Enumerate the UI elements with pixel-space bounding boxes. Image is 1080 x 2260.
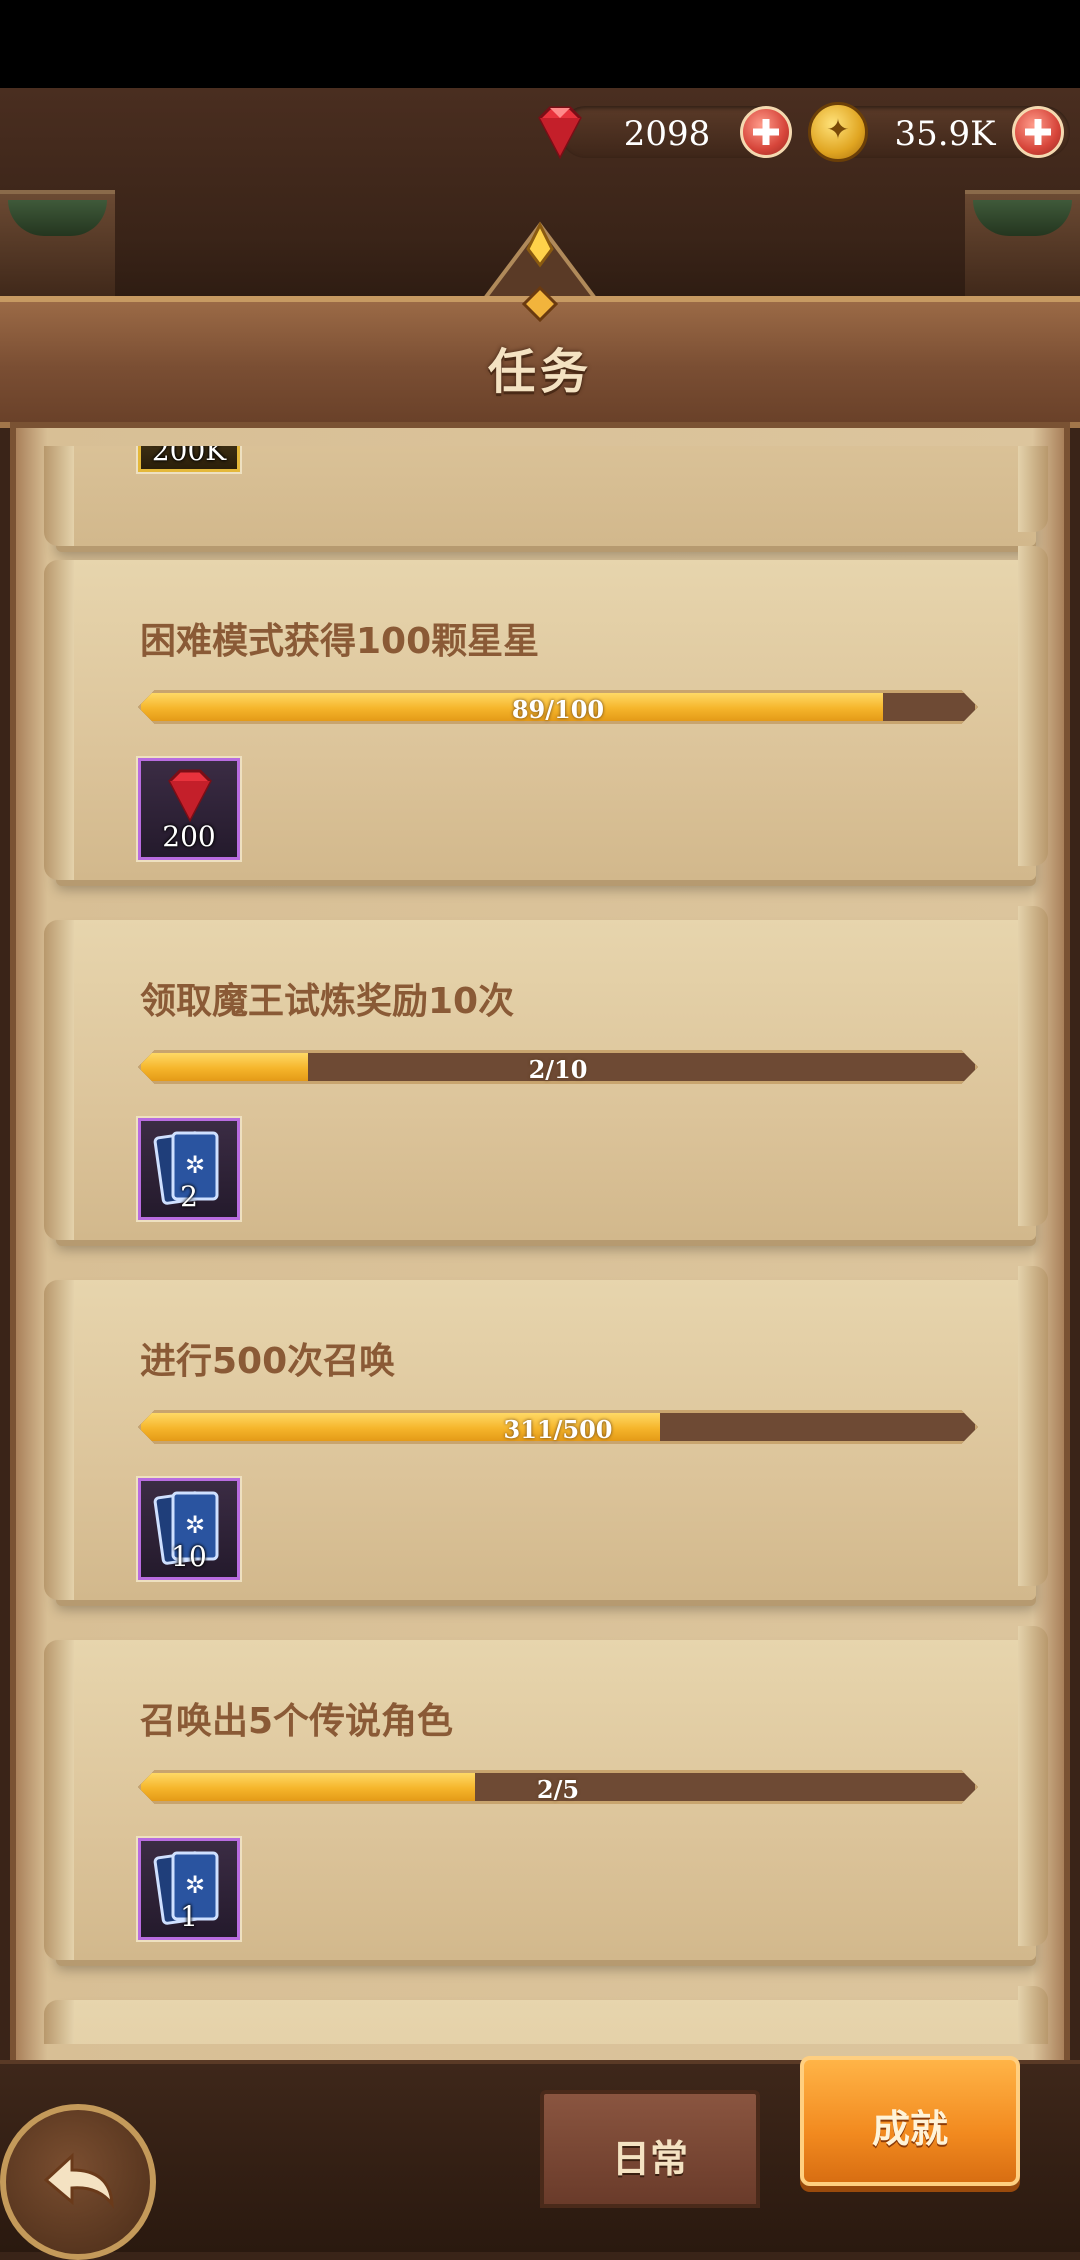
tab-achievements-label: 成就 (871, 2107, 948, 2151)
ruby-gem-icon (538, 106, 582, 160)
quest-description: 困难模式获得100颗星星 (140, 621, 540, 662)
ruby-gem-icon (168, 769, 212, 823)
gold-coin-icon (808, 102, 868, 162)
right-pillar-ornament (965, 190, 1080, 304)
coin-count: 35.9K (894, 114, 996, 154)
progress-text: 311/500 (503, 1415, 613, 1444)
gem-currency: 2098 (538, 106, 792, 160)
reward-count: 200 (162, 820, 216, 853)
quest-card: 进行500次召唤 311/500 ✲ 10 (44, 1266, 1048, 1600)
reward-count: 2 (180, 1180, 198, 1213)
quest-card: 领取魔王试炼奖励10次 2/10 ✲ 2 (44, 906, 1048, 1240)
page-title: 任务 (487, 344, 592, 400)
quest-description: 进行500次召唤 (140, 1341, 396, 1382)
progress-text: 89/100 (511, 695, 605, 724)
progress-bar: 2/5 (138, 1770, 978, 1804)
back-button[interactable] (0, 2104, 156, 2260)
reward-item[interactable]: ✲ 10 (136, 1476, 242, 1582)
add-coins-button[interactable] (1012, 106, 1064, 158)
quest-card: 200K (44, 446, 1048, 546)
progress-bar: 89/100 (138, 690, 978, 724)
svg-text:✲: ✲ (185, 1871, 205, 1899)
tab-daily-label: 日常 (611, 2137, 688, 2181)
quest-card (44, 1986, 1048, 2044)
reward-count: 1 (180, 1900, 198, 1933)
add-gems-button[interactable] (740, 106, 792, 158)
status-bar (0, 0, 1080, 88)
quest-description: 领取魔王试炼奖励10次 (140, 981, 515, 1022)
reward-item[interactable]: ✲ 1 (136, 1836, 242, 1942)
back-arrow-icon (43, 2152, 114, 2209)
progress-text: 2/10 (528, 1055, 588, 1084)
left-pillar-ornament (0, 190, 115, 304)
progress-bar: 311/500 (138, 1410, 978, 1444)
tab-achievements[interactable]: 成就 (800, 2056, 1020, 2186)
quest-card: 召唤出5个传说角色 2/5 ✲ 1 (44, 1626, 1048, 1960)
reward-count: 10 (171, 1540, 207, 1573)
reward-item[interactable]: 200 (136, 756, 242, 862)
coin-currency: 35.9K (808, 102, 1070, 162)
quest-card: 困难模式获得100颗星星 89/100 200 (44, 546, 1048, 880)
reward-item[interactable]: ✲ 2 (136, 1116, 242, 1222)
progress-bar: 2/10 (138, 1050, 978, 1084)
progress-text: 2/5 (536, 1775, 580, 1804)
reward-count: 200K (151, 446, 227, 467)
quest-description: 召唤出5个传说角色 (140, 1701, 454, 1742)
svg-text:✲: ✲ (185, 1151, 205, 1179)
reward-item[interactable]: 200K (136, 446, 242, 474)
tab-daily[interactable]: 日常 (540, 2090, 760, 2208)
gem-count: 2098 (623, 114, 711, 154)
svg-text:✲: ✲ (185, 1511, 205, 1539)
diamond-ornament-icon (522, 286, 558, 322)
quest-list[interactable]: 200K 困难模式获得100颗星星 89/100 200 领取魔王试炼奖励10次… (16, 446, 1064, 2044)
